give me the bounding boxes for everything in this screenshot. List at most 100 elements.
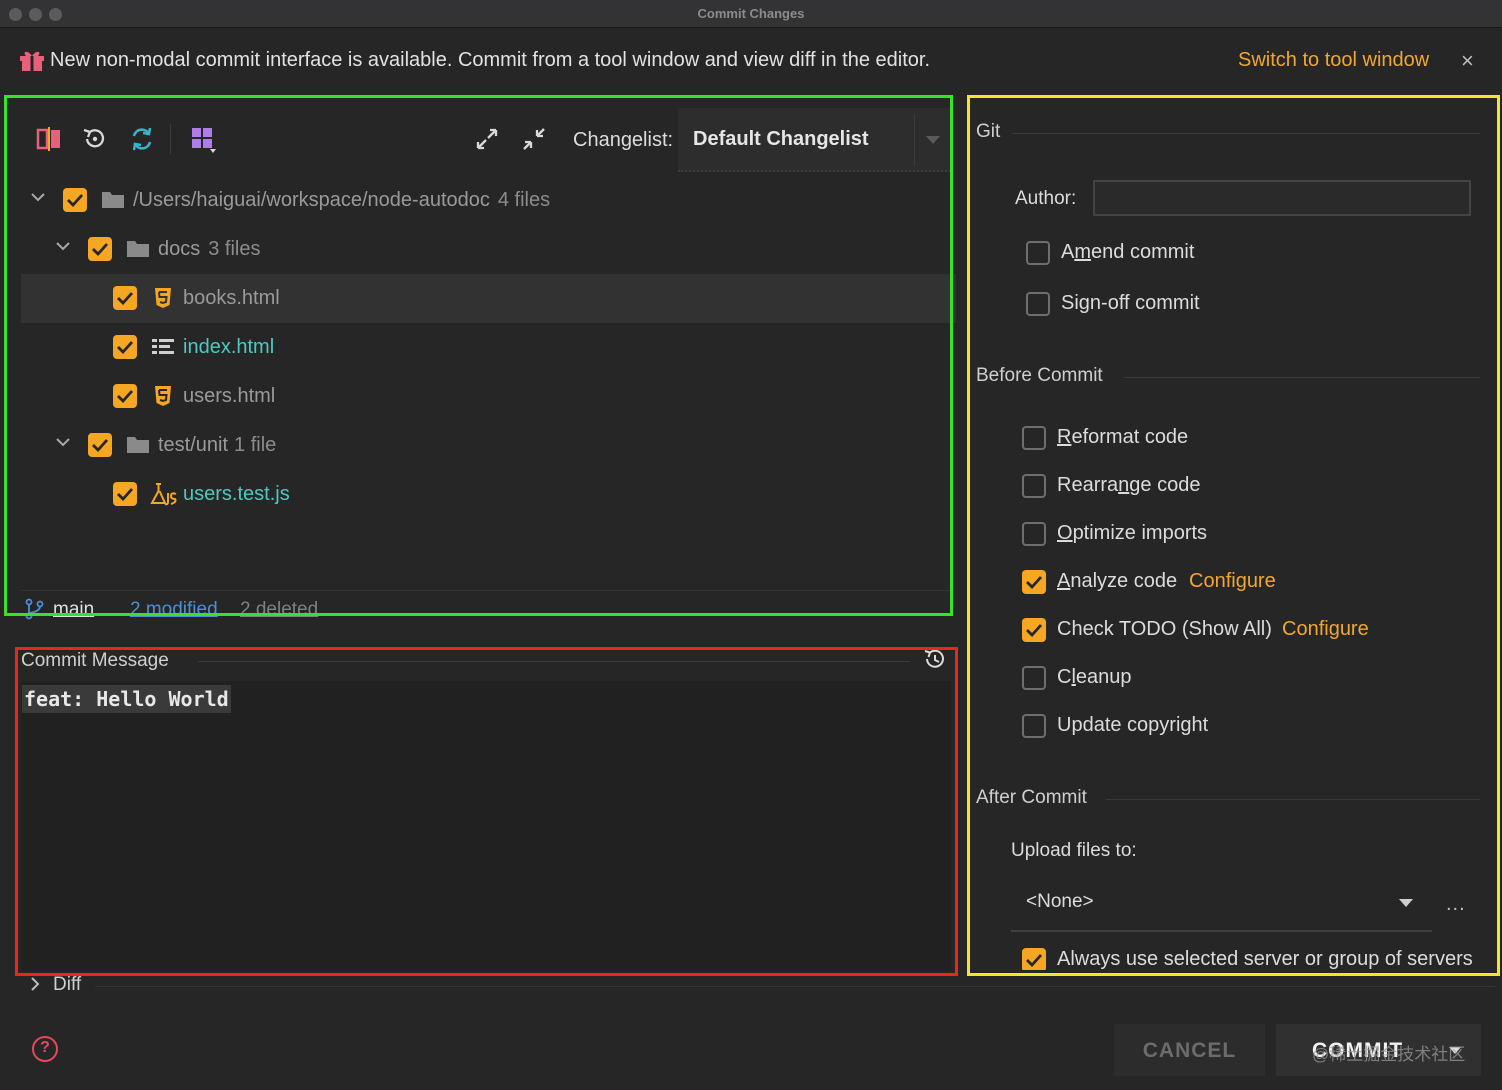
group-by-icon[interactable] [188, 124, 218, 154]
chevron-down-icon[interactable] [55, 434, 71, 450]
tree-row-file[interactable]: books.html [21, 274, 956, 323]
update-copyright-label[interactable]: Update copyright [1057, 714, 1208, 737]
title-bar: Commit Changes [0, 0, 1502, 28]
message-history-icon[interactable] [921, 646, 947, 672]
tree-row-file[interactable]: index.html [21, 323, 956, 372]
tree-label-file: users.html [183, 385, 276, 407]
tree-label-docs: docs 3 files [158, 238, 261, 260]
rearrange-code-checkbox[interactable] [1022, 474, 1046, 498]
cleanup-checkbox[interactable] [1022, 666, 1046, 690]
collapse-all-icon[interactable] [519, 124, 549, 154]
cancel-button[interactable]: CANCEL [1114, 1024, 1265, 1076]
chevron-down-icon [1399, 899, 1413, 907]
tree-row-root[interactable]: /Users/haiguai/workspace/node-autodoc 4 f… [21, 176, 956, 225]
always-use-server-checkbox[interactable] [1022, 948, 1046, 970]
chevron-down-icon[interactable] [55, 238, 71, 254]
commit-message-label: Commit Message [21, 650, 169, 671]
check-todo-checkbox[interactable] [1022, 618, 1046, 642]
checkbox-docs[interactable] [88, 237, 112, 261]
deleted-count-link[interactable]: 2 deleted [240, 599, 318, 621]
chevron-down-icon[interactable] [30, 189, 46, 205]
tree-row-test-file[interactable]: users.test.js [21, 470, 956, 519]
author-label: Author: [1015, 188, 1077, 209]
html5-icon [155, 288, 171, 308]
diff-section-toggle[interactable]: Diff [53, 974, 81, 996]
git-branch-icon [25, 598, 44, 620]
checkbox-file[interactable] [113, 335, 137, 359]
commit-message-text[interactable]: feat: Hello World [22, 685, 231, 713]
changelist-label: Changelist: [573, 129, 674, 151]
optimize-imports-label[interactable]: Optimize imports [1057, 522, 1207, 545]
folder-icon [127, 437, 149, 453]
signoff-commit-checkbox[interactable] [1026, 292, 1050, 316]
commit-message-divider [198, 661, 910, 662]
dropdown-separator [914, 114, 915, 166]
cleanup-label[interactable]: Cleanup [1057, 666, 1132, 689]
checkbox-file[interactable] [113, 384, 137, 408]
switch-to-tool-window-link[interactable]: Switch to tool window [1238, 49, 1429, 72]
commit-message-editor[interactable] [21, 681, 951, 971]
tree-label-file: books.html [183, 287, 280, 309]
amend-commit-label[interactable]: Amend commit [1061, 241, 1194, 264]
checkbox-root[interactable] [63, 188, 87, 212]
tree-row-file[interactable]: users.html [21, 372, 956, 421]
tree-row-test[interactable]: test/unit 1 file [21, 421, 956, 470]
always-use-server-label[interactable]: Always use selected server or group of s… [1057, 948, 1473, 970]
help-icon: ? [40, 1039, 50, 1056]
diff-divider [95, 986, 1495, 987]
always-use-server-row[interactable]: Always use selected server or group of s… [1015, 942, 1495, 970]
upload-files-label: Upload files to: [1011, 840, 1137, 861]
checkbox-file[interactable] [113, 286, 137, 310]
before-commit-title: Before Commit [976, 365, 1103, 386]
tree-row-docs[interactable]: docs 3 files [21, 225, 956, 274]
gift-icon [20, 51, 44, 71]
after-commit-divider [1106, 799, 1480, 800]
show-diff-icon[interactable] [34, 124, 64, 154]
analyze-code-checkbox[interactable] [1022, 570, 1046, 594]
chevron-right-icon[interactable] [27, 976, 43, 992]
check-todo-configure-link[interactable]: Configure [1282, 618, 1369, 641]
git-section-divider [1012, 133, 1480, 134]
analyze-code-configure-link[interactable]: Configure [1189, 570, 1276, 593]
upload-server-value: <None> [1026, 891, 1094, 912]
rearrange-code-label[interactable]: Rearrange code [1057, 474, 1200, 497]
before-commit-divider [1124, 377, 1480, 378]
expand-all-icon[interactable] [472, 124, 502, 154]
optimize-imports-checkbox[interactable] [1022, 522, 1046, 546]
branch-link[interactable]: main [53, 599, 94, 621]
refresh-icon[interactable] [127, 124, 157, 154]
toolbar-separator [170, 124, 171, 154]
analyze-code-label[interactable]: Analyze code [1057, 570, 1177, 593]
checkbox-test[interactable] [88, 433, 112, 457]
banner-message: New non-modal commit interface is availa… [50, 49, 931, 71]
banner-close-icon[interactable]: × [1461, 48, 1474, 74]
check-todo-label[interactable]: Check TODO (Show All) [1057, 618, 1272, 641]
help-button[interactable]: ? [32, 1036, 58, 1062]
tree-label-test-file: users.test.js [183, 483, 290, 505]
tree-label-file: index.html [183, 336, 275, 358]
upload-server-dropdown[interactable]: <None> [1011, 872, 1432, 932]
js-test-icon [150, 483, 177, 506]
author-input[interactable] [1093, 180, 1471, 216]
notification-banner: New non-modal commit interface is availa… [0, 29, 1502, 91]
rollback-icon[interactable] [80, 124, 110, 154]
list-file-icon [152, 339, 174, 354]
tree-label-root: /Users/haiguai/workspace/node-autodoc 4 f… [133, 189, 551, 211]
git-section-title: Git [976, 121, 1001, 142]
reformat-code-checkbox[interactable] [1022, 426, 1046, 450]
status-divider [21, 590, 953, 591]
checkbox-test-file[interactable] [113, 482, 137, 506]
chevron-down-icon [926, 136, 940, 144]
reformat-code-label[interactable]: Reformat code [1057, 426, 1188, 449]
changelist-selected-value: Default Changelist [693, 128, 869, 150]
after-commit-title: After Commit [976, 787, 1087, 808]
modified-count-link[interactable]: 2 modified [130, 599, 218, 621]
more-options-button[interactable]: ... [1446, 893, 1466, 916]
folder-icon [102, 192, 124, 208]
update-copyright-checkbox[interactable] [1022, 714, 1046, 738]
amend-commit-checkbox[interactable] [1026, 241, 1050, 265]
changelist-dropdown[interactable]: Default Changelist [678, 108, 951, 172]
tree-label-test: test/unit 1 file [158, 434, 277, 456]
folder-icon [127, 241, 149, 257]
signoff-commit-label[interactable]: Sign-off commit [1061, 292, 1200, 315]
